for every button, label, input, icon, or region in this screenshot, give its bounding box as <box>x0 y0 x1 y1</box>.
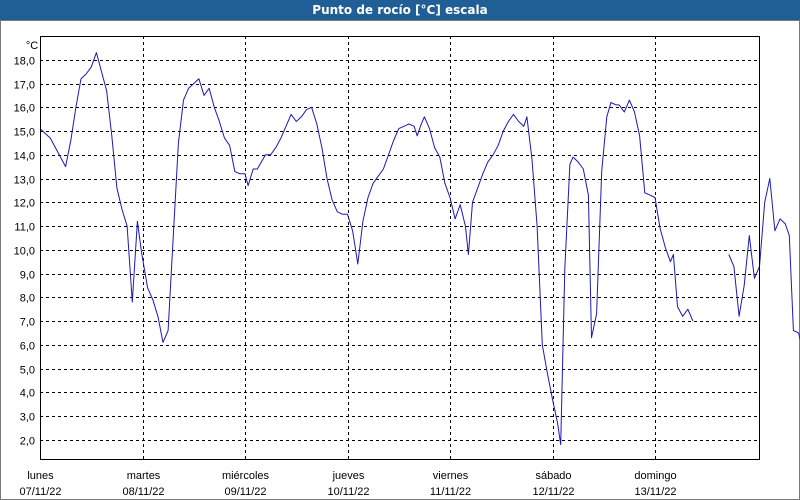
y-tick-label: 9,0 <box>20 270 35 282</box>
x-tick-label-day: sábado <box>535 470 571 482</box>
x-tick-label-date: 11/11/22 <box>430 486 471 498</box>
y-tick-label: 15,0 <box>14 127 35 139</box>
x-tick-label-date: 10/11/22 <box>327 486 369 498</box>
y-tick-label: 18,0 <box>14 56 35 68</box>
x-tick-label-day: jueves <box>332 470 365 482</box>
x-tick-label-date: 13/11/22 <box>634 486 676 498</box>
x-tick-label-date: 12/11/22 <box>532 486 574 498</box>
y-tick-label: 8,0 <box>20 293 35 305</box>
y-axis-unit: °C <box>26 40 38 52</box>
plot-area <box>40 36 760 460</box>
x-tick-label-day: lunes <box>27 470 54 482</box>
x-axis: lunes 07/11/22 martes 08/11/22 miércoles 09/1… <box>19 470 676 498</box>
y-tick-label: 4,0 <box>20 388 35 400</box>
x-tick-label-day: miércoles <box>222 470 270 482</box>
y-tick-label: 2,0 <box>20 436 35 448</box>
y-tick-label: 13,0 <box>14 175 35 187</box>
y-axis: 2,0 3,0 4,0 5,0 6,0 7,0 8,0 9,0 10,0 11,0 12,0 13,0… <box>14 56 35 448</box>
x-tick-label-day: martes <box>127 470 161 482</box>
y-tick-label: 12,0 <box>14 198 35 210</box>
x-tick-label-date: 07/11/22 <box>19 486 61 498</box>
y-tick-label: 5,0 <box>20 365 35 377</box>
y-tick-label: 16,0 <box>14 103 35 115</box>
x-tick-label-day: viernes <box>433 470 469 482</box>
x-tick-label-day: domingo <box>634 470 676 482</box>
y-tick-label: 11,0 <box>14 222 35 234</box>
x-tick-label-date: 09/11/22 <box>224 486 266 498</box>
chart-window: Punto de rocío [°C] escala 2,0 3,0 4,0 5,0 6… <box>0 0 800 500</box>
y-tick-label: 14,0 <box>14 151 35 163</box>
y-tick-label: 10,0 <box>14 246 35 258</box>
y-tick-label: 17,0 <box>14 80 35 92</box>
dew-point-chart: 2,0 3,0 4,0 5,0 6,0 7,0 8,0 9,0 10,0 11,0 12,0 13,0… <box>0 20 800 500</box>
y-tick-label: 6,0 <box>20 341 35 353</box>
x-tick-label-date: 08/11/22 <box>122 486 164 498</box>
y-tick-label: 7,0 <box>20 317 35 329</box>
y-tick-label: 3,0 <box>20 412 35 424</box>
